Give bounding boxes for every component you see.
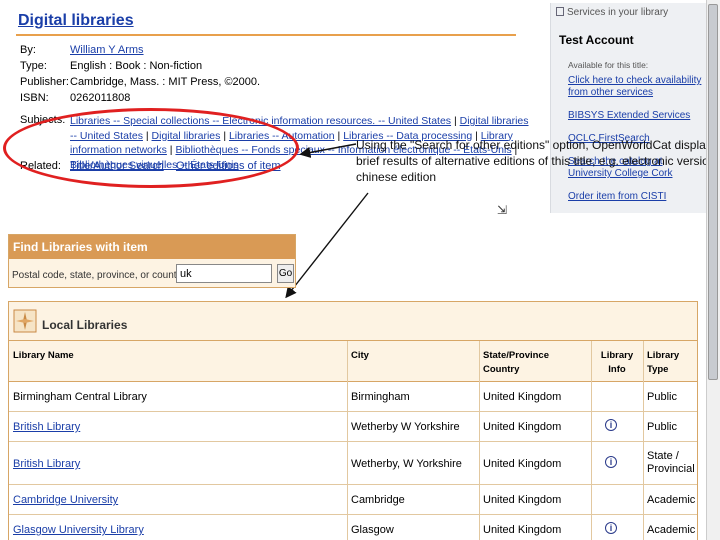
account-name: Test Account	[559, 33, 634, 47]
info-icon[interactable]: i	[605, 522, 617, 534]
library-type: Academic	[647, 494, 696, 506]
library-type: Public	[647, 421, 677, 433]
mouse-cursor-icon: ⇲	[497, 203, 508, 217]
library-city: Glasgow	[351, 524, 394, 536]
type-label: Type:	[20, 60, 47, 72]
location-label: Postal code, state, province, or country…	[12, 270, 188, 281]
services-header: Services in your library	[556, 7, 668, 18]
library-city: Wetherby W Yorkshire	[351, 421, 460, 433]
isbn-label: ISBN:	[20, 92, 49, 104]
bibsys-link[interactable]: BIBSYS Extended Services	[568, 110, 708, 122]
location-input[interactable]	[176, 264, 272, 283]
library-type: Academic	[647, 524, 696, 536]
available-label: Available for this title:	[568, 60, 649, 70]
publisher-label: Publisher:	[20, 76, 69, 88]
library-country: United Kingdom	[483, 421, 562, 433]
isbn-value: 0262011808	[70, 92, 131, 104]
row-divider	[9, 441, 697, 442]
library-type: Public	[647, 391, 677, 403]
find-libraries-box: Find Libraries with item Postal code, st…	[8, 234, 296, 288]
library-info-cell[interactable]: i	[601, 419, 617, 432]
annotation-oval	[3, 108, 299, 188]
library-city: Wetherby, W Yorkshire	[351, 458, 462, 470]
library-name: Birmingham Central Library	[13, 391, 147, 403]
local-libraries-title: Local Libraries	[42, 318, 128, 332]
services-header-text: Services in your library	[567, 7, 669, 18]
row-divider	[9, 484, 697, 485]
library-name-link[interactable]: Glasgow University Library	[9, 524, 144, 537]
column-city[interactable]: City	[347, 340, 479, 382]
by-label: By:	[20, 44, 36, 56]
title-divider	[16, 34, 516, 36]
library-city: Cambridge	[351, 494, 405, 506]
column-library-name[interactable]: Library Name	[9, 340, 347, 382]
local-libraries-header: Local Libraries	[9, 302, 697, 342]
page-title[interactable]: Digital libraries	[18, 12, 134, 30]
go-button[interactable]: Go	[277, 264, 294, 283]
library-name-link[interactable]: Cambridge University	[9, 494, 118, 507]
library-type: State / Provincial	[647, 450, 695, 475]
author-link[interactable]: William Y Arms	[70, 43, 144, 57]
library-name-link[interactable]: British Library	[9, 421, 80, 434]
library-name-link[interactable]: British Library	[9, 458, 80, 471]
library-icon	[556, 7, 564, 16]
library-country: United Kingdom	[483, 391, 562, 403]
library-country: United Kingdom	[483, 524, 562, 536]
column-library-type[interactable]: Library Type	[643, 340, 697, 382]
column-country[interactable]: State/Province Country	[479, 340, 591, 382]
order-cisti-link[interactable]: Order item from CISTI	[568, 191, 708, 203]
library-city: Birmingham	[351, 391, 410, 403]
publisher-value: Cambridge, Mass. : MIT Press, ©2000.	[70, 76, 261, 88]
compass-icon	[13, 309, 37, 333]
type-value: English : Book : Non-fiction	[70, 60, 203, 72]
annotation-text: Using the "Search for other editions" op…	[356, 138, 719, 184]
row-divider	[9, 514, 697, 515]
library-country: United Kingdom	[483, 494, 562, 506]
column-library-info[interactable]: Library Info	[591, 340, 643, 382]
info-icon[interactable]: i	[605, 419, 617, 431]
check-availability-link[interactable]: Click here to check availability from ot…	[568, 75, 708, 99]
row-divider	[9, 411, 697, 412]
scrollbar-thumb[interactable]	[708, 4, 718, 380]
library-info-cell[interactable]: i	[601, 456, 617, 469]
arrow-to-libraries	[285, 192, 369, 299]
find-libraries-title: Find Libraries with item	[9, 235, 295, 259]
library-country: United Kingdom	[483, 458, 562, 470]
info-icon[interactable]: i	[605, 456, 617, 468]
library-info-cell[interactable]: i	[601, 522, 617, 535]
